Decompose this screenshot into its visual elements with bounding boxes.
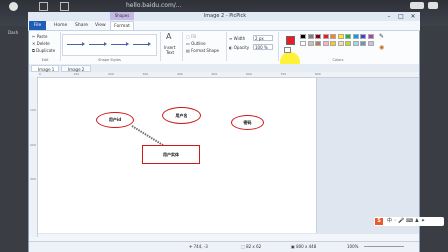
width-label: ≡ Width xyxy=(229,36,246,41)
ribbon-separator xyxy=(278,32,279,61)
outline-button[interactable]: ▭ Outline xyxy=(186,41,206,46)
palette-swatch[interactable] xyxy=(300,41,306,46)
tab-home[interactable]: Home xyxy=(54,21,67,30)
ruler-top-tick: 0 xyxy=(39,72,41,76)
palette-swatch[interactable] xyxy=(322,34,329,39)
color-palette[interactable] xyxy=(300,34,376,48)
color-2-swatch[interactable] xyxy=(284,47,291,53)
ribbon-separator xyxy=(60,32,61,61)
selection-size: ⬚ 82 x 62 xyxy=(241,244,262,249)
ruler-left-tick: 100 xyxy=(30,108,36,112)
group-label-edit: Edit xyxy=(41,58,49,62)
group-label-colors: Colors xyxy=(332,58,344,62)
palette-swatch[interactable] xyxy=(352,34,359,39)
ruler-top-tick: 800 xyxy=(315,72,321,76)
ruler-top-tick: 300 xyxy=(142,72,149,76)
minimize-button[interactable]: – xyxy=(384,13,394,20)
ruler-top-tick: 100 xyxy=(73,72,80,76)
ribbon-separator xyxy=(160,32,161,61)
rect-shape-1[interactable]: 用户实体 xyxy=(142,145,200,164)
palette-swatch[interactable] xyxy=(360,41,366,46)
opacity-input[interactable]: 100 % xyxy=(253,44,273,50)
zoom-level: 100% xyxy=(347,244,359,249)
palette-swatch[interactable] xyxy=(345,34,351,39)
ribbon-separator xyxy=(182,32,183,61)
ruler-left-tick: 200 xyxy=(30,142,36,147)
tab-share[interactable]: Share xyxy=(75,21,88,30)
tab-file[interactable]: File xyxy=(29,21,46,30)
ime-logo-icon: S xyxy=(375,218,383,225)
ellipse-shape-2[interactable]: 用户名 xyxy=(162,107,201,124)
style-arrow-2[interactable] xyxy=(89,42,107,46)
insert-text-icon[interactable]: A xyxy=(166,33,171,41)
palette-swatch[interactable] xyxy=(322,41,329,46)
delete-button[interactable]: ✕ Delete xyxy=(32,41,50,46)
ime-icons[interactable]: 中 ◦ 🎤 ⌨ ♟ ✦ xyxy=(387,218,425,225)
palette-swatch[interactable] xyxy=(315,41,321,46)
ruler-top-tick: 200 xyxy=(108,72,114,76)
ruler-top-tick: 400 xyxy=(177,72,183,76)
ruler-left-tick: 300 xyxy=(30,177,36,181)
color-picker-icon[interactable]: ✎ xyxy=(379,34,384,40)
image-canvas[interactable]: 用户id 用户名 密码 用户实体 xyxy=(38,78,317,233)
color-1-swatch[interactable] xyxy=(286,36,295,45)
close-button[interactable]: ✕ xyxy=(408,13,418,20)
ruler-top-tick: 700 xyxy=(280,72,287,76)
browser-button[interactable] xyxy=(39,2,48,11)
palette-swatch[interactable] xyxy=(337,41,344,46)
paste-button[interactable]: ✂ Paste xyxy=(32,34,47,39)
connector-line[interactable] xyxy=(131,125,167,148)
doc-tab-image-1[interactable]: Image 1 xyxy=(31,65,59,72)
browser-button-2[interactable] xyxy=(60,2,69,11)
palette-swatch[interactable] xyxy=(315,34,321,39)
browser-icon[interactable] xyxy=(9,2,18,11)
ellipse-shape-3[interactable]: 密码 xyxy=(231,115,264,130)
group-label-shape-styles: Shape Styles xyxy=(98,58,121,62)
width-input[interactable]: 2 px xyxy=(253,35,273,41)
duplicate-button[interactable]: ⧉ Duplicate xyxy=(32,48,55,53)
cursor-position: ✛ 744, -3 xyxy=(189,244,208,249)
browser-left-tab[interactable]: Dash xyxy=(8,28,26,37)
insert-text-label: Text xyxy=(166,50,175,55)
palette-swatch[interactable] xyxy=(367,34,374,39)
browser-right-control-2[interactable] xyxy=(428,2,438,9)
palette-swatch[interactable] xyxy=(367,41,374,46)
palette-swatch[interactable] xyxy=(307,34,314,39)
palette-swatch[interactable] xyxy=(307,41,314,46)
palette-swatch[interactable] xyxy=(360,34,366,39)
edit-colors-icon[interactable]: ◉ xyxy=(379,45,384,51)
ruler-top-labels: 0 100 200 300 400 500 600 700 800 xyxy=(38,72,419,77)
fill-button[interactable]: ▢ Fill xyxy=(186,34,196,39)
ruler-top-tick: 600 xyxy=(246,72,252,76)
tab-view[interactable]: View xyxy=(95,21,106,30)
browser-url[interactable]: hello.baidu.com/... xyxy=(126,2,226,10)
palette-swatch[interactable] xyxy=(330,41,336,46)
style-arrow-1[interactable] xyxy=(67,42,85,46)
shape-styles-gallery[interactable] xyxy=(62,34,157,56)
palette-swatch[interactable] xyxy=(352,41,359,46)
context-tab-shapes[interactable]: Shapes xyxy=(110,12,134,20)
ruler-left-labels: 100 200 300 xyxy=(29,78,37,234)
ellipse-shape-1[interactable]: 用户id xyxy=(96,112,134,128)
image-size: ▣ 800 x 448 xyxy=(291,244,317,249)
ruler-top-tick: 500 xyxy=(211,72,218,76)
palette-swatch[interactable] xyxy=(330,34,336,39)
palette-swatch[interactable] xyxy=(337,34,344,39)
style-arrow-3[interactable] xyxy=(111,42,129,46)
window-title: Image 2 - PicPick xyxy=(203,13,247,19)
ribbon-separator xyxy=(226,32,227,61)
zoom-slider[interactable] xyxy=(364,246,404,247)
style-arrow-4[interactable] xyxy=(133,42,151,46)
palette-swatch[interactable] xyxy=(345,41,351,46)
doc-tab-image-2[interactable]: Image 2 xyxy=(61,65,91,72)
tab-format[interactable]: Format xyxy=(110,21,134,30)
status-bar: ✛ 744, -3 ⬚ 82 x 62 ▣ 800 x 448 100% xyxy=(29,241,419,252)
palette-swatch[interactable] xyxy=(300,34,306,39)
maximize-button[interactable]: □ xyxy=(396,13,406,20)
format-shape-button[interactable]: ▤ Format Shape xyxy=(186,48,219,53)
browser-right-control[interactable] xyxy=(410,2,424,9)
opacity-label: ◐ Opacity xyxy=(229,45,250,50)
